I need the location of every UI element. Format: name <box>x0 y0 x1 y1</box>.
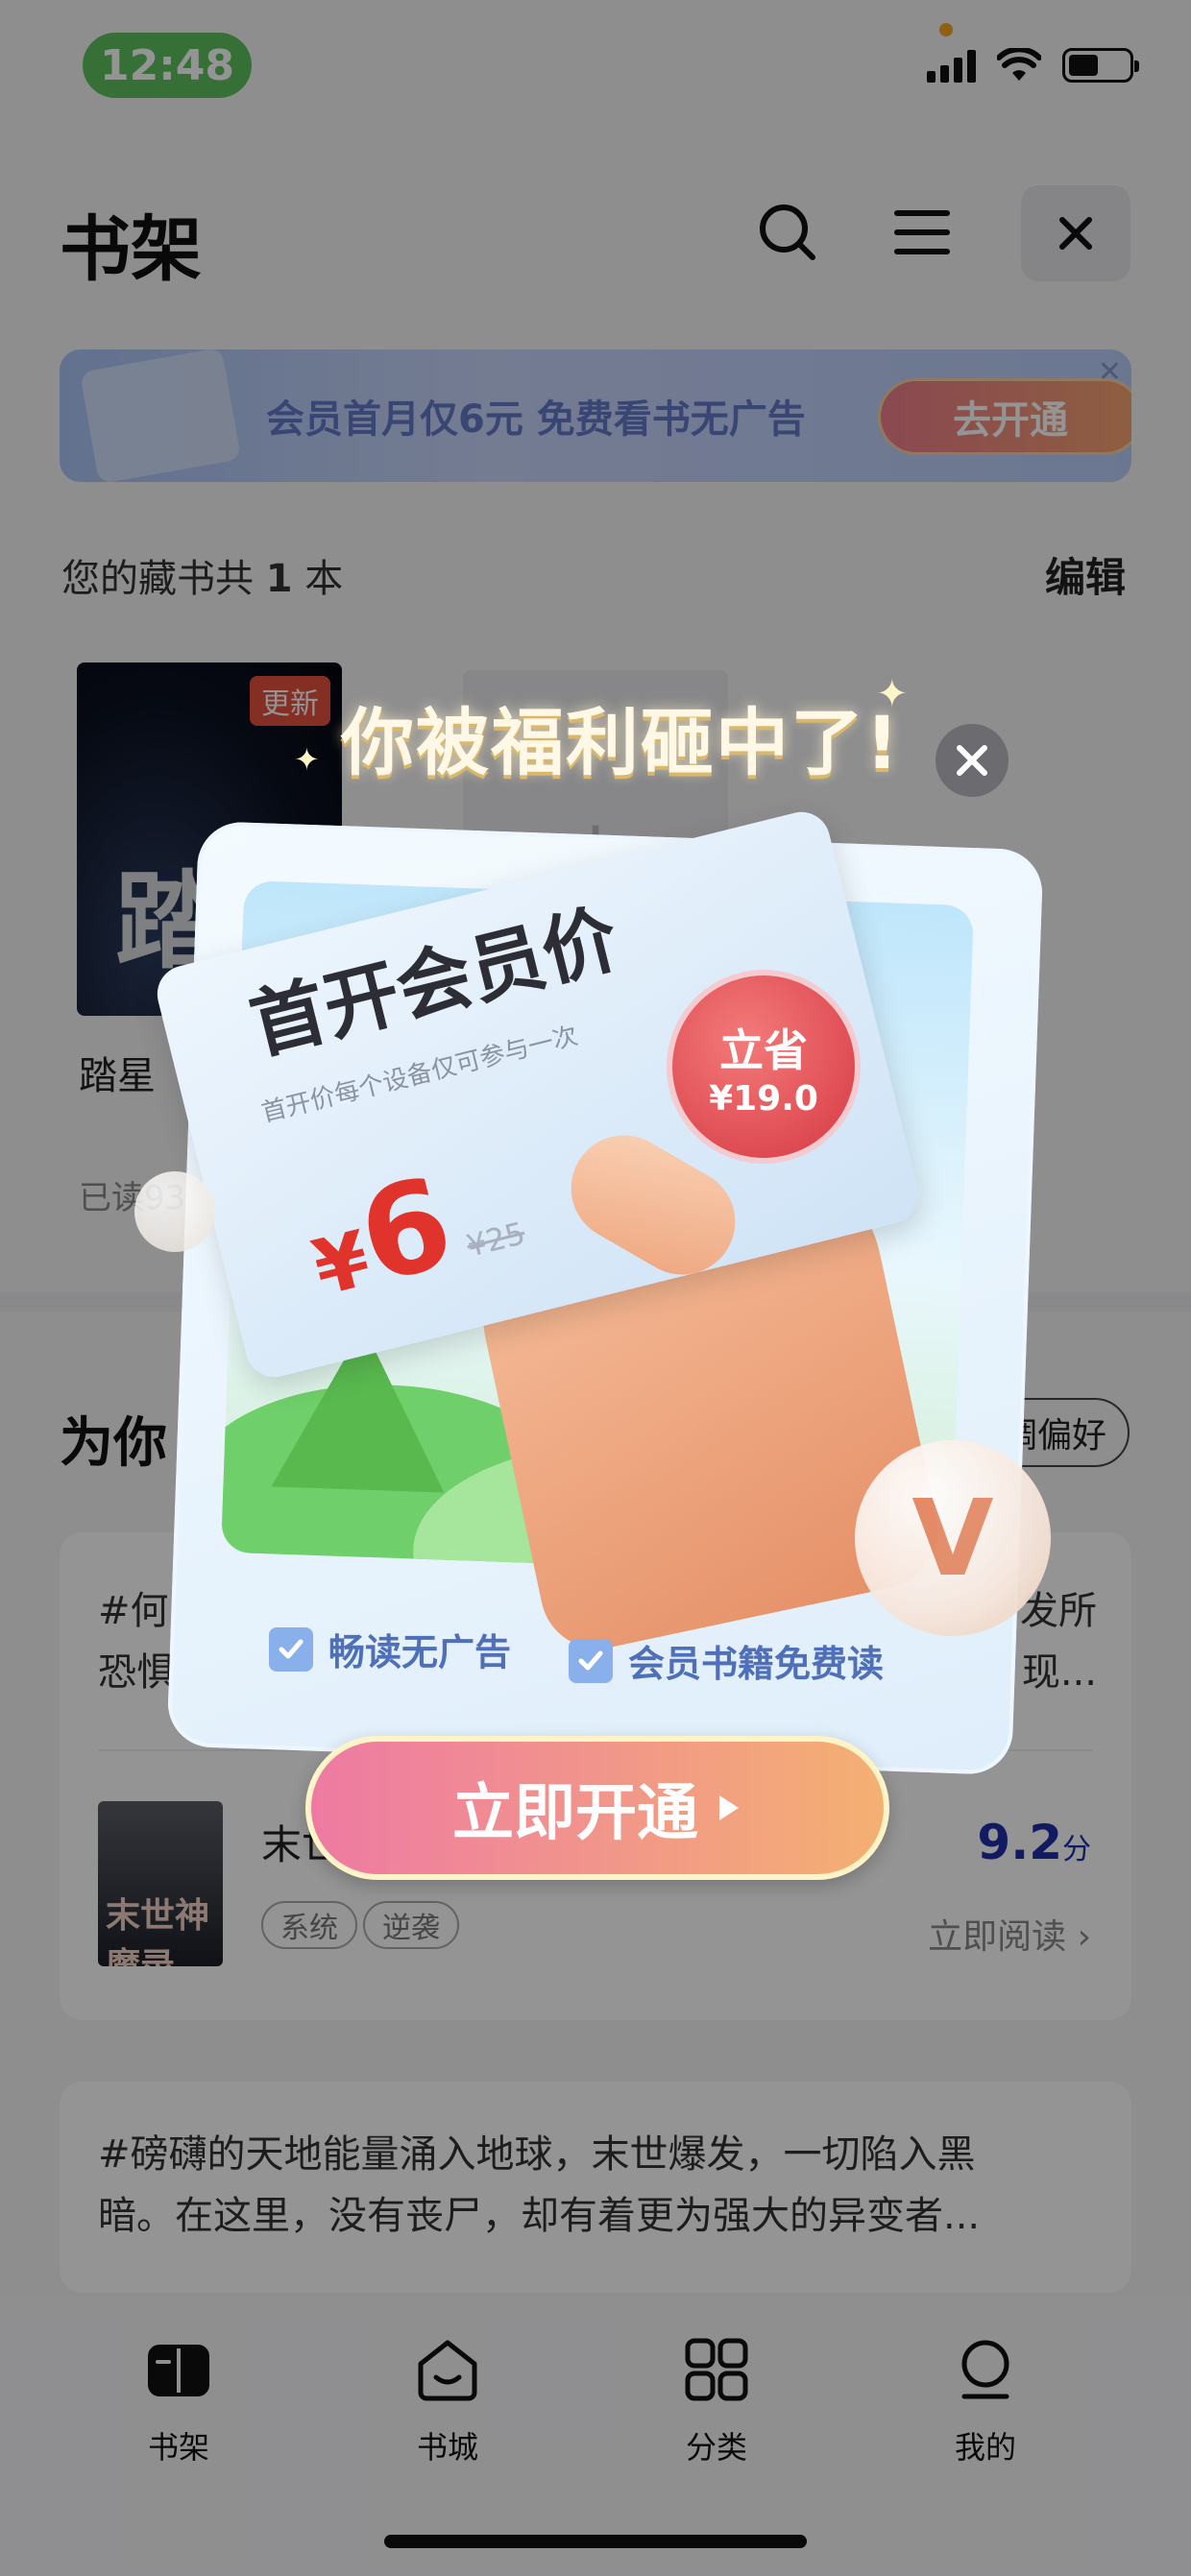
check-icon <box>569 1638 613 1683</box>
sparkle-icon: ✦ <box>294 741 320 778</box>
popup-close-button[interactable] <box>936 724 1009 797</box>
perk-item: 会员书籍免费读 <box>569 1634 884 1687</box>
bookshelf-page: 12:48 书架 会员首月仅6元 免费看书无广告 去开通 ✕ 您的藏书共 1 本… <box>0 0 1191 2576</box>
vip-v-bubble-icon: V <box>855 1440 1051 1636</box>
savings-badge: 立省 ¥19.0 <box>672 975 855 1158</box>
play-arrow-icon <box>719 1795 739 1820</box>
perk-item: 畅读无广告 <box>269 1623 511 1675</box>
activate-now-button[interactable]: 立即开通 <box>305 1736 889 1880</box>
popup-headline: 你被福利砸中了! <box>341 700 901 785</box>
bubble-decoration <box>134 1171 215 1252</box>
check-icon <box>269 1626 313 1672</box>
sparkle-icon: ✦ <box>876 672 909 716</box>
close-icon <box>957 745 987 776</box>
